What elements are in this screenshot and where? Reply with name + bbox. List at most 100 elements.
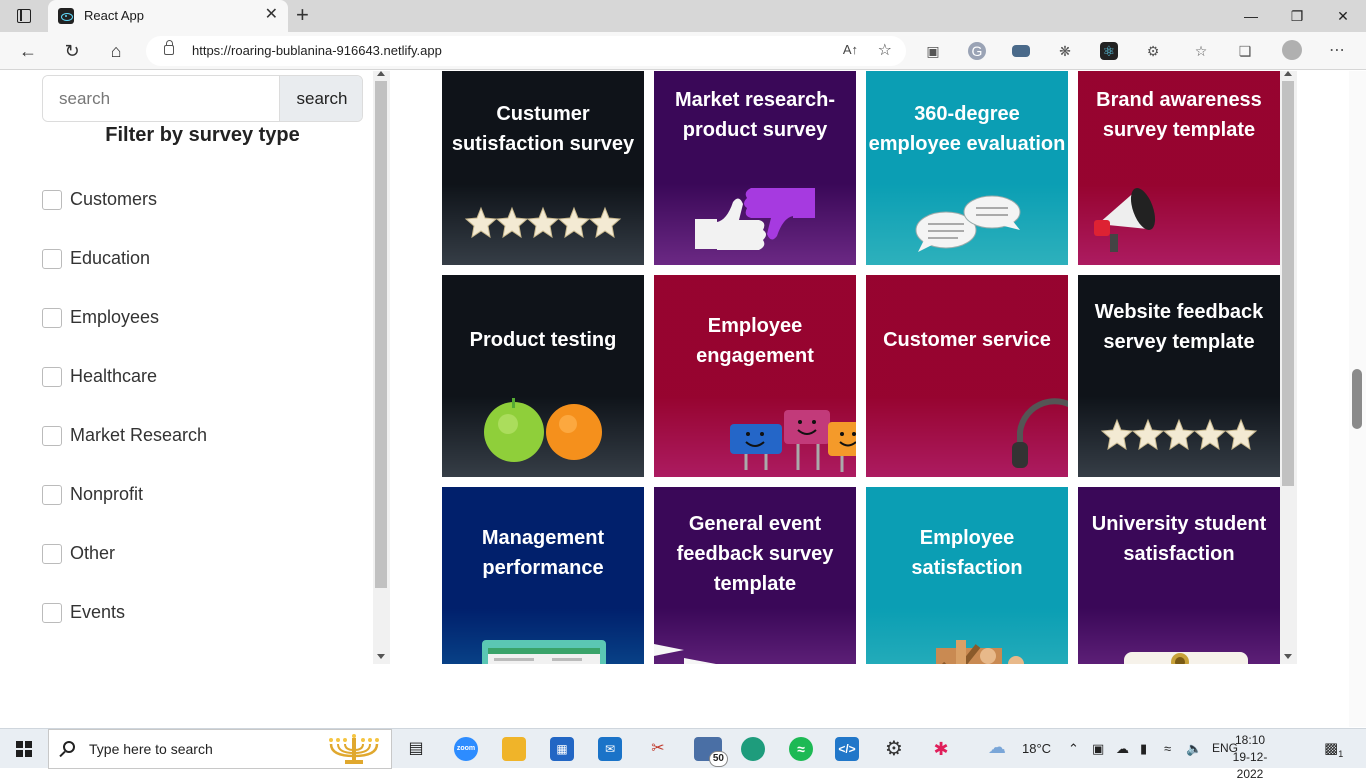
edge-icon[interactable] (741, 737, 765, 761)
survey-card[interactable]: University student satisfaction (1078, 487, 1280, 664)
clock-time: 18:10 (1234, 733, 1266, 747)
scroll-up-arrow[interactable] (1284, 71, 1292, 76)
favorites-icon[interactable]: ☆ (1192, 42, 1210, 60)
filter-label: Events (70, 602, 126, 622)
taskbar-search[interactable]: Type here to search (48, 729, 392, 769)
survey-card[interactable]: Market research- product survey (654, 71, 856, 265)
favorite-star-icon[interactable]: ☆ (878, 40, 892, 60)
filter-item-market-research[interactable]: Market Research (42, 424, 342, 448)
address-bar[interactable]: https://roaring-bublanina-916643.netlify… (146, 36, 906, 66)
minimize-button[interactable]: — (1228, 6, 1274, 26)
new-tab-button[interactable]: + (296, 3, 316, 27)
survey-card-title: University student satisfaction (1091, 513, 1267, 565)
slack-icon[interactable]: ✱ (929, 737, 953, 761)
bug-ext-icon[interactable]: ❋ (1056, 42, 1074, 60)
filter-label: Healthcare (70, 366, 158, 386)
survey-card[interactable]: Brand awareness survey template (1078, 71, 1280, 265)
home-icon[interactable]: ⌂ (104, 39, 128, 63)
survey-card-title: Employee engagement (696, 315, 814, 367)
close-window-button[interactable]: ✕ (1320, 6, 1366, 26)
weather-temp[interactable]: 18°C (1022, 741, 1051, 756)
filter-item-other[interactable]: Other (42, 542, 342, 566)
notification-icon[interactable]: ▩1 (1324, 739, 1343, 759)
scrollbar-thumb[interactable] (1282, 81, 1294, 486)
filter-item-education[interactable]: Education (42, 247, 342, 271)
filter-item-nonprofit[interactable]: Nonprofit (42, 483, 342, 507)
filter-checkbox[interactable] (42, 367, 62, 387)
task-view-icon[interactable]: ▤ (404, 737, 428, 761)
survey-card[interactable]: Product testing (442, 275, 644, 477)
restore-button[interactable]: ❐ (1274, 6, 1320, 26)
back-arrow-icon[interactable]: ← (16, 39, 40, 63)
filter-label: Customers (70, 189, 158, 209)
filter-checkbox[interactable] (42, 603, 62, 623)
more-menu-icon[interactable]: ⋯ (1328, 42, 1346, 60)
profile-avatar[interactable] (1282, 40, 1302, 60)
extensions-puzzle-icon[interactable]: ⚙ (1144, 42, 1162, 60)
filter-label: Nonprofit (70, 484, 144, 504)
filter-checkbox[interactable] (42, 485, 62, 505)
tab-close-icon[interactable]: ✕ (265, 6, 278, 24)
notification-count: 1 (1338, 749, 1344, 759)
volume-icon[interactable]: 🔈 (1186, 741, 1202, 757)
react-devtools-ext-icon[interactable]: ⚛ (1100, 42, 1118, 60)
collections-ext-icon[interactable]: ▣ (924, 42, 942, 60)
tab-actions-icon[interactable] (10, 6, 38, 28)
url-text[interactable]: https://roaring-bublanina-916643.netlify… (192, 43, 442, 58)
survey-card[interactable]: Customer service (866, 275, 1068, 477)
grammarly-ext-icon[interactable]: G (968, 42, 986, 60)
search-button[interactable]: search (279, 76, 362, 121)
collections-icon[interactable]: ❏ (1236, 42, 1254, 60)
survey-card[interactable]: Employee satisfaction (866, 487, 1068, 664)
windows-start-icon[interactable] (16, 741, 32, 757)
survey-card-title: Customer service (883, 329, 1051, 351)
scroll-down-arrow[interactable] (377, 654, 385, 659)
taskbar-clock[interactable]: 18:10 19-12-2022 (1222, 732, 1278, 783)
browser-tab[interactable]: React App ✕ (48, 0, 288, 32)
filter-checkbox[interactable] (42, 426, 62, 446)
blocks-illustration (896, 634, 1036, 664)
scrollbar-thumb[interactable] (375, 81, 387, 588)
store-icon[interactable]: ▦ (550, 737, 574, 761)
survey-card[interactable]: Website feedback servey template (1078, 275, 1280, 477)
onedrive-icon[interactable]: ☁ (1116, 741, 1129, 757)
survey-card[interactable]: Custumer sutisfaction survey (442, 71, 644, 265)
search-input[interactable] (43, 76, 279, 121)
sidebar-scrollbar[interactable] (373, 71, 390, 664)
vscode-icon[interactable]: </> (835, 737, 859, 761)
scroll-down-arrow[interactable] (1284, 654, 1292, 659)
weather-icon[interactable]: ☁ (988, 737, 1006, 758)
survey-card[interactable]: 360-degree employee evaluation (866, 71, 1068, 265)
screen-ext-icon[interactable] (1012, 45, 1030, 57)
mail-icon[interactable]: ✉ (598, 737, 622, 761)
battery-icon[interactable]: ▮ (1140, 741, 1147, 757)
meet-now-icon[interactable]: ▣ (1092, 741, 1104, 757)
filter-checkbox[interactable] (42, 249, 62, 269)
survey-card[interactable]: Employee engagement (654, 275, 856, 477)
filter-item-healthcare[interactable]: Healthcare (42, 365, 342, 389)
filter-item-events[interactable]: Events (42, 601, 342, 625)
survey-card[interactable]: General event feedback survey template (654, 487, 856, 664)
tray-chevron-icon[interactable]: ⌃ (1068, 741, 1079, 757)
wifi-icon[interactable]: ≈ (1164, 741, 1171, 756)
zoom-icon[interactable]: zoom (454, 737, 478, 761)
filter-item-customers[interactable]: Customers (42, 188, 342, 212)
filter-item-employees[interactable]: Employees (42, 306, 342, 330)
file-explorer-icon[interactable] (502, 737, 526, 761)
settings-icon[interactable]: ⚙ (882, 737, 906, 761)
survey-card[interactable]: Management performance (442, 487, 644, 664)
page-scrollbar[interactable] (1349, 71, 1366, 727)
filter-checkbox[interactable] (42, 544, 62, 564)
filter-checkbox[interactable] (42, 190, 62, 210)
refresh-icon[interactable]: ↻ (60, 39, 84, 63)
scroll-up-arrow[interactable] (377, 71, 385, 76)
grid-scrollbar[interactable] (1280, 71, 1297, 664)
read-aloud-icon[interactable]: A↑ (843, 42, 858, 57)
teams-icon[interactable]: 50 (694, 737, 728, 767)
page-scrollbar-thumb[interactable] (1352, 369, 1362, 429)
snipping-icon[interactable]: ✂ (646, 737, 670, 761)
diploma-illustration (1124, 644, 1248, 664)
spotify-icon[interactable]: ≈ (789, 737, 813, 761)
lock-icon[interactable] (164, 40, 174, 55)
filter-checkbox[interactable] (42, 308, 62, 328)
